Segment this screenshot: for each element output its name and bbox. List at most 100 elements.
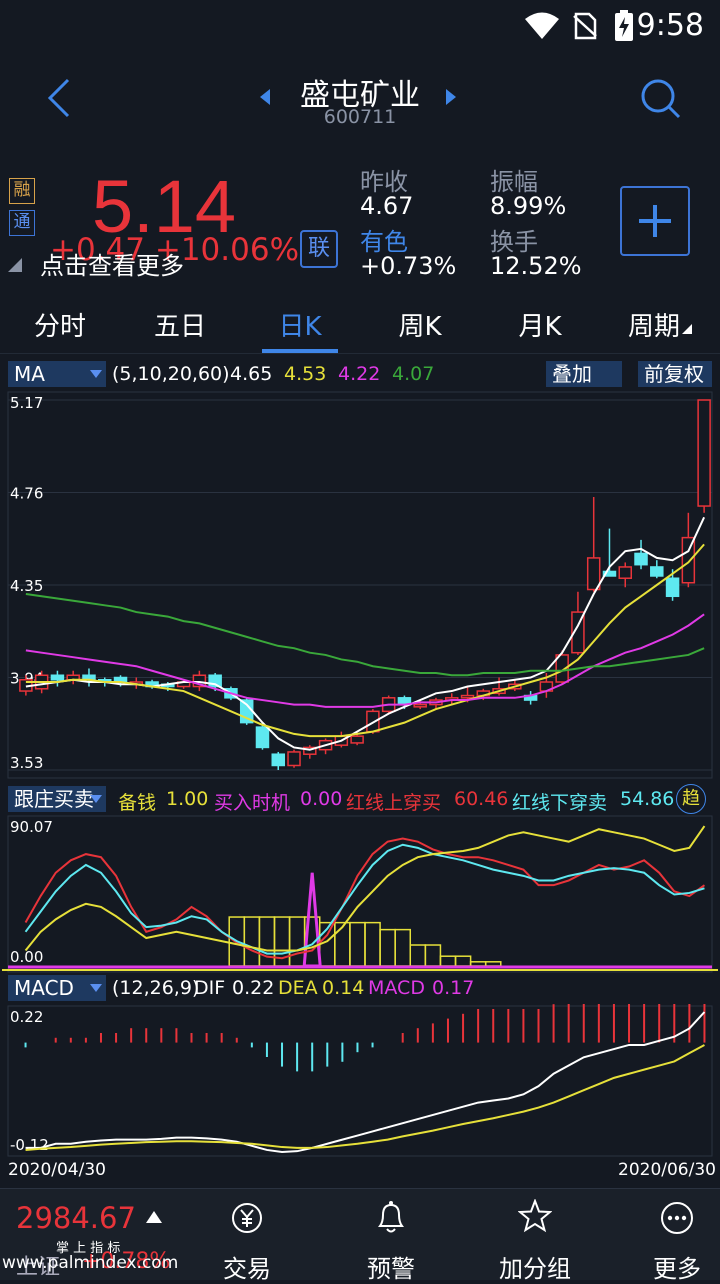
macd-selector[interactable]: MACD [8,975,106,1001]
star-icon [518,1199,552,1233]
nav-bar: 盛屯矿业 600711 [0,52,720,142]
signal-box [454,955,472,967]
candle-body [586,557,601,591]
candle-body [50,674,65,681]
trade-icon [232,1203,262,1233]
macd-chart[interactable]: 0.22 -0.12 [0,1004,720,1158]
tab-daily-k[interactable]: 日K [250,306,350,343]
ma-line-ma20 [25,613,705,708]
connect-badge: 通 [9,210,35,236]
candle-body [255,726,270,749]
indicator-value-3: 60.46 [454,788,509,810]
indicator-value-4: 54.86 [620,788,675,810]
status-time: 9:58 [636,8,704,43]
ma-params: (5,10,20,60) [112,363,230,385]
overlay-button[interactable]: 叠加 [546,361,622,387]
tab-five-day[interactable]: 五日 [130,306,230,343]
bottom-bar: 2984.67 上证 +0.78% 掌 上 指 标 www.palmindex.… [0,1188,720,1283]
signal-box [484,961,502,967]
signal-box [379,928,396,967]
bell-icon [378,1201,404,1233]
period-tabs: 分时 五日 日K 周K 月K 周期 [0,296,720,354]
signal-box [288,916,306,967]
macd-label: MACD [368,977,425,999]
signal-box [409,944,427,967]
candle-body [271,753,285,767]
tab-weekly-k[interactable]: 周K [370,306,470,343]
indicator-value-2: 0.00 [300,788,343,810]
prev-close-value: 4.67 [360,192,414,220]
ma-line-ma5 [25,516,706,751]
candle-body [697,399,711,507]
bottom-tab-label: 交易 [223,1255,271,1283]
candle-body [350,735,364,744]
no-sim-icon [573,12,597,40]
dropdown-icon [90,370,102,378]
amplitude-value: 8.99% [490,192,567,220]
indicator-label-2: 买入时机 [214,792,291,814]
ma5-value: 4.65 [230,363,273,385]
dropdown-icon [90,795,102,803]
linked-button[interactable]: 联 [300,230,338,268]
y-tick-label: -0.12 [10,1136,49,1154]
dif-label: DIF [194,977,226,999]
candle-body [287,751,301,767]
candle-body [460,694,475,699]
macd-params: (12,26,9) [112,977,200,999]
status-bar: 9:58 [0,0,720,52]
chart-frame [7,815,713,973]
dif-value: 0.22 [232,977,275,999]
signal-box [243,916,261,967]
ma60-value: 4.07 [392,363,435,385]
date-start: 2020/04/30 [8,1160,106,1180]
candle-body [665,577,680,598]
macd-value: 0.17 [432,977,475,999]
signal-box [424,944,442,967]
ma10-value: 4.53 [284,363,327,385]
quote-panel[interactable]: 融 通 5.14 +0.47 +10.06% 点击查看更多 联 昨收 4.67 … [0,150,720,290]
margin-badge: 融 [9,178,35,204]
bottom-tab-label: 更多 [653,1255,701,1283]
signal-box [364,921,381,967]
indicator-more-button[interactable]: 趋 [676,784,706,814]
sector-value: +0.73% [360,252,457,280]
turnover-value: 12.52% [490,252,582,280]
active-tab-underline [262,349,338,353]
dea-label: DEA [278,977,318,999]
tab-monthly-k[interactable]: 月K [490,306,590,343]
indicator-label-3: 红线上穿买 [346,792,442,814]
bottom-tab-label: 预警 [367,1255,415,1283]
signal-box [469,961,487,967]
corner-triangle-icon [8,258,22,272]
y-tick-label: 0.22 [10,1008,43,1026]
dropdown-icon [90,984,102,992]
index-value: 2984.67 [16,1201,136,1235]
view-more-hint[interactable]: 点击查看更多 [40,246,184,281]
ma-selector[interactable]: MA [8,361,106,387]
tab-intraday[interactable]: 分时 [10,306,110,343]
next-stock-icon[interactable] [444,88,458,106]
indicator-selector[interactable]: 跟庄买卖 [8,786,106,812]
indicator-label-1: 备钱 [118,792,157,814]
signal-box [394,928,412,967]
signal-box [334,921,351,967]
y-tick-label: 90.07 [10,818,53,836]
wifi-icon [525,12,559,39]
candle-body [413,703,427,708]
index-ticker[interactable]: 2984.67 上证 +0.78% 掌 上 指 标 www.palmindex.… [0,1189,190,1281]
more-icon [661,1202,693,1234]
indicator-label-4: 红线下穿卖 [512,792,608,814]
candle-body [634,552,648,566]
date-end: 2020/06/30 [618,1160,716,1180]
indicator-chart[interactable]: 90.07 0.00 [0,814,720,974]
search-icon[interactable] [638,76,682,120]
candle-body [618,566,632,579]
y-tick-label: 4.35 [10,577,43,595]
adjust-button[interactable]: 前复权 [638,361,712,387]
y-tick-label: 4.76 [10,485,43,503]
y-tick-label: 5.17 [10,394,43,412]
add-watchlist-button[interactable] [620,186,690,256]
y-tick-label: 0.00 [10,948,43,966]
candlestick-chart[interactable]: 5.174.764.353.943.53 [0,390,720,780]
candle-body [650,566,664,577]
